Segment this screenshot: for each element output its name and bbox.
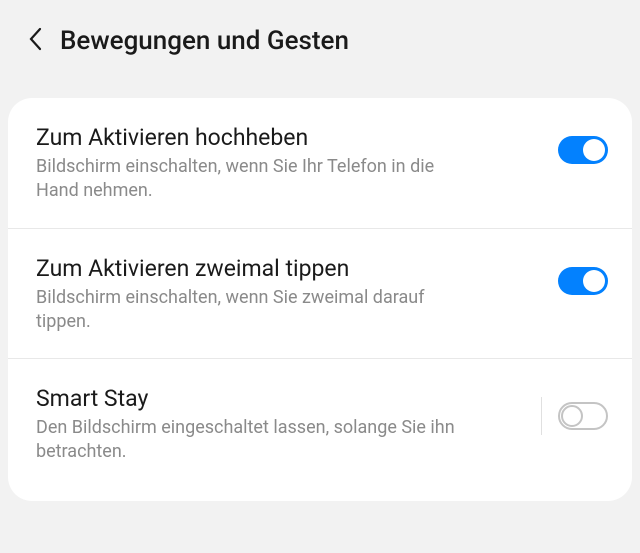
- settings-card: Zum Aktivieren hochheben Bildschirm eins…: [8, 98, 632, 501]
- setting-desc: Bildschirm einschalten, wenn Sie zweimal…: [36, 286, 476, 335]
- toggle-smart-stay[interactable]: [558, 402, 608, 430]
- setting-text: Zum Aktivieren zweimal tippen Bildschirm…: [36, 255, 546, 335]
- toggle-wrap: [558, 255, 608, 295]
- setting-desc: Bildschirm einschalten, wenn Sie Ihr Tel…: [36, 155, 476, 204]
- setting-lift-to-wake[interactable]: Zum Aktivieren hochheben Bildschirm eins…: [8, 98, 632, 229]
- back-icon[interactable]: [28, 27, 42, 55]
- toggle-wrap: [541, 385, 608, 435]
- setting-title: Smart Stay: [36, 385, 529, 412]
- toggle-double-tap[interactable]: [558, 267, 608, 295]
- setting-title: Zum Aktivieren hochheben: [36, 124, 546, 151]
- setting-text: Smart Stay Den Bildschirm eingeschaltet …: [36, 385, 529, 465]
- page-title: Bewegungen und Gesten: [60, 26, 349, 56]
- setting-desc: Den Bildschirm eingeschaltet lassen, sol…: [36, 416, 476, 465]
- setting-double-tap[interactable]: Zum Aktivieren zweimal tippen Bildschirm…: [8, 229, 632, 360]
- toggle-lift-to-wake[interactable]: [558, 136, 608, 164]
- toggle-separator: [541, 397, 542, 435]
- setting-text: Zum Aktivieren hochheben Bildschirm eins…: [36, 124, 546, 204]
- toggle-wrap: [558, 124, 608, 164]
- setting-smart-stay[interactable]: Smart Stay Den Bildschirm eingeschaltet …: [8, 359, 632, 489]
- setting-title: Zum Aktivieren zweimal tippen: [36, 255, 546, 282]
- header-bar: Bewegungen und Gesten: [0, 0, 640, 80]
